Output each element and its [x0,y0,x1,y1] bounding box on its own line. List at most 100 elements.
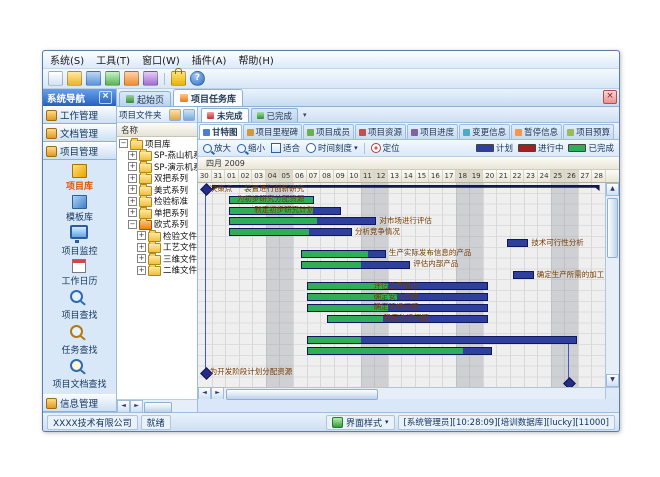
gantt-tab-milestones[interactable]: 项目里程碑 [243,124,303,139]
connector-line [205,191,206,369]
work-calendar-icon [72,259,86,273]
table-icon[interactable] [105,71,120,86]
tab-close-button[interactable] [603,90,617,104]
tree-node[interactable]: +单把系列 [117,207,197,219]
tree-expander[interactable]: + [137,266,146,275]
gantt-tab-resources[interactable]: 项目资源 [355,124,406,139]
nav-group-docs[interactable]: 文档管理 [43,124,116,142]
nav-item-template-library[interactable]: 模板库 [66,195,93,223]
v-scroll-thumb[interactable] [607,198,618,258]
filter-tab-finished[interactable]: 已完成 [251,108,299,122]
chart-icon[interactable] [124,71,139,86]
menu-item[interactable]: 插件(A) [192,52,227,67]
tree-node[interactable]: +SP-演示机系 [117,161,197,173]
lock-icon[interactable] [171,71,186,86]
window-icon[interactable] [86,71,101,86]
zoom-out-button[interactable]: 缩小 [237,142,265,154]
task-bar[interactable] [307,347,492,355]
tree-expander[interactable]: + [128,197,137,206]
tree-node[interactable]: −项目库 [117,138,197,150]
nav-item-work-calendar[interactable]: 工作日历 [61,259,97,287]
locate-button[interactable]: 定位 [371,142,400,154]
tree-expander[interactable]: + [137,254,146,263]
task-bar[interactable] [229,228,352,236]
gantt-h-scrollbar[interactable] [198,387,605,399]
task-bar[interactable] [301,261,410,269]
help-icon[interactable] [190,71,205,86]
tree-toolbar-icon-1[interactable] [169,109,181,121]
filter-icon [207,112,214,119]
nav-item-project-search[interactable]: 项目查找 [61,289,97,321]
tree-node[interactable]: −欧式系列 [117,219,197,231]
nav-item-project-doc-search[interactable]: 项目文档查找 [52,358,106,390]
tab-project-task-library[interactable]: 项目任务库 [173,89,243,106]
v-scroll-track[interactable] [606,196,619,374]
tree-node[interactable]: +二维文件 [117,265,197,277]
open-folder-icon[interactable] [67,71,82,86]
task-bar[interactable] [507,239,528,247]
gantt-tab-progress[interactable]: 项目进度 [407,124,458,139]
nav-group-info[interactable]: 信息管理 [43,394,116,412]
gantt-v-scrollbar[interactable] [605,183,619,387]
nav-item-project-monitor[interactable]: 项目监控 [61,225,97,257]
fit-button[interactable]: 适合 [271,142,300,154]
task-bar[interactable] [307,336,578,344]
tree-node[interactable]: +检验文件 [117,230,197,242]
tree-expander[interactable]: + [128,151,137,160]
gantt-tab-members[interactable]: 项目成员 [303,124,354,139]
timescale-button[interactable]: 时间刻度 [306,142,358,154]
gantt-tab-changes[interactable]: 变更信息 [459,124,510,139]
scroll-down-icon[interactable] [606,374,619,387]
gantt-tab-gantt[interactable]: 甘特图 [199,124,242,139]
tree-node[interactable]: +工艺文件 [117,242,197,254]
tree-toolbar-icon-2[interactable] [183,109,195,121]
tree-expander[interactable]: + [128,208,137,217]
tree-expander[interactable]: + [128,162,137,171]
scroll-right-icon[interactable] [130,400,143,413]
scroll-thumb[interactable] [226,389,378,400]
tree-expander[interactable]: − [128,220,137,229]
new-doc-icon[interactable] [48,71,63,86]
scroll-left-icon[interactable] [117,400,130,413]
task-bar[interactable] [513,271,534,279]
scroll-track[interactable] [143,401,197,412]
chart-body[interactable]: 决策点装置进行创新研究为初步研究分配资源制定初步研究计划对市场进行评估分析竞争情… [198,183,605,387]
menu-item[interactable]: 窗口(W) [142,52,180,67]
nav-close-icon[interactable] [99,91,112,104]
tree-node[interactable]: +美式系列 [117,184,197,196]
settings-icon[interactable] [143,71,158,86]
scroll-up-icon[interactable] [606,183,619,196]
task-bar[interactable] [229,217,376,225]
tree-expander[interactable]: − [119,139,128,148]
folder-icon [148,255,161,265]
tree-h-scrollbar[interactable] [117,399,197,412]
menu-item[interactable]: 工具(T) [96,52,130,67]
task-label: 技术可行性分析 [531,239,584,247]
tree-node[interactable]: +SP-燕山机系 [117,150,197,162]
tree-expander[interactable]: + [128,185,137,194]
filter-tab-unfinished[interactable]: 未完成 [201,108,249,122]
gantt-tab-pauses[interactable]: 暂停信息 [511,124,562,139]
tree-node[interactable]: +三维文件 [117,253,197,265]
tree-node[interactable]: +双把系列 [117,173,197,185]
style-selector[interactable]: 界面样式 [326,415,395,430]
filter-dropdown-icon[interactable] [303,111,307,119]
scroll-thumb[interactable] [144,402,172,413]
task-bar[interactable] [301,250,386,258]
menu-item[interactable]: 帮助(H) [238,52,273,67]
tree-expander[interactable]: + [137,231,146,240]
zoom-in-button[interactable]: 放大 [203,142,231,154]
scroll-track[interactable] [224,388,605,399]
menu-item[interactable]: 系统(S) [50,52,84,67]
nav-item-project-library[interactable]: 项目库 [66,164,93,192]
nav-group-work[interactable]: 工作管理 [43,106,116,124]
folder-icon [148,243,161,253]
tree-expander[interactable]: + [137,243,146,252]
tab-start-page[interactable]: 起始页 [119,91,171,106]
nav-item-task-search[interactable]: 任务查找 [61,324,97,356]
nav-group-projects[interactable]: 项目管理 [43,142,116,160]
gantt-tab-budget[interactable]: 项目预算 [563,124,614,139]
tree-expander[interactable]: + [128,174,137,183]
tree-node[interactable]: +检验标准 [117,196,197,208]
menu-bar: 系统(S) 工具(T) 窗口(W) 插件(A) 帮助(H) [43,51,619,69]
